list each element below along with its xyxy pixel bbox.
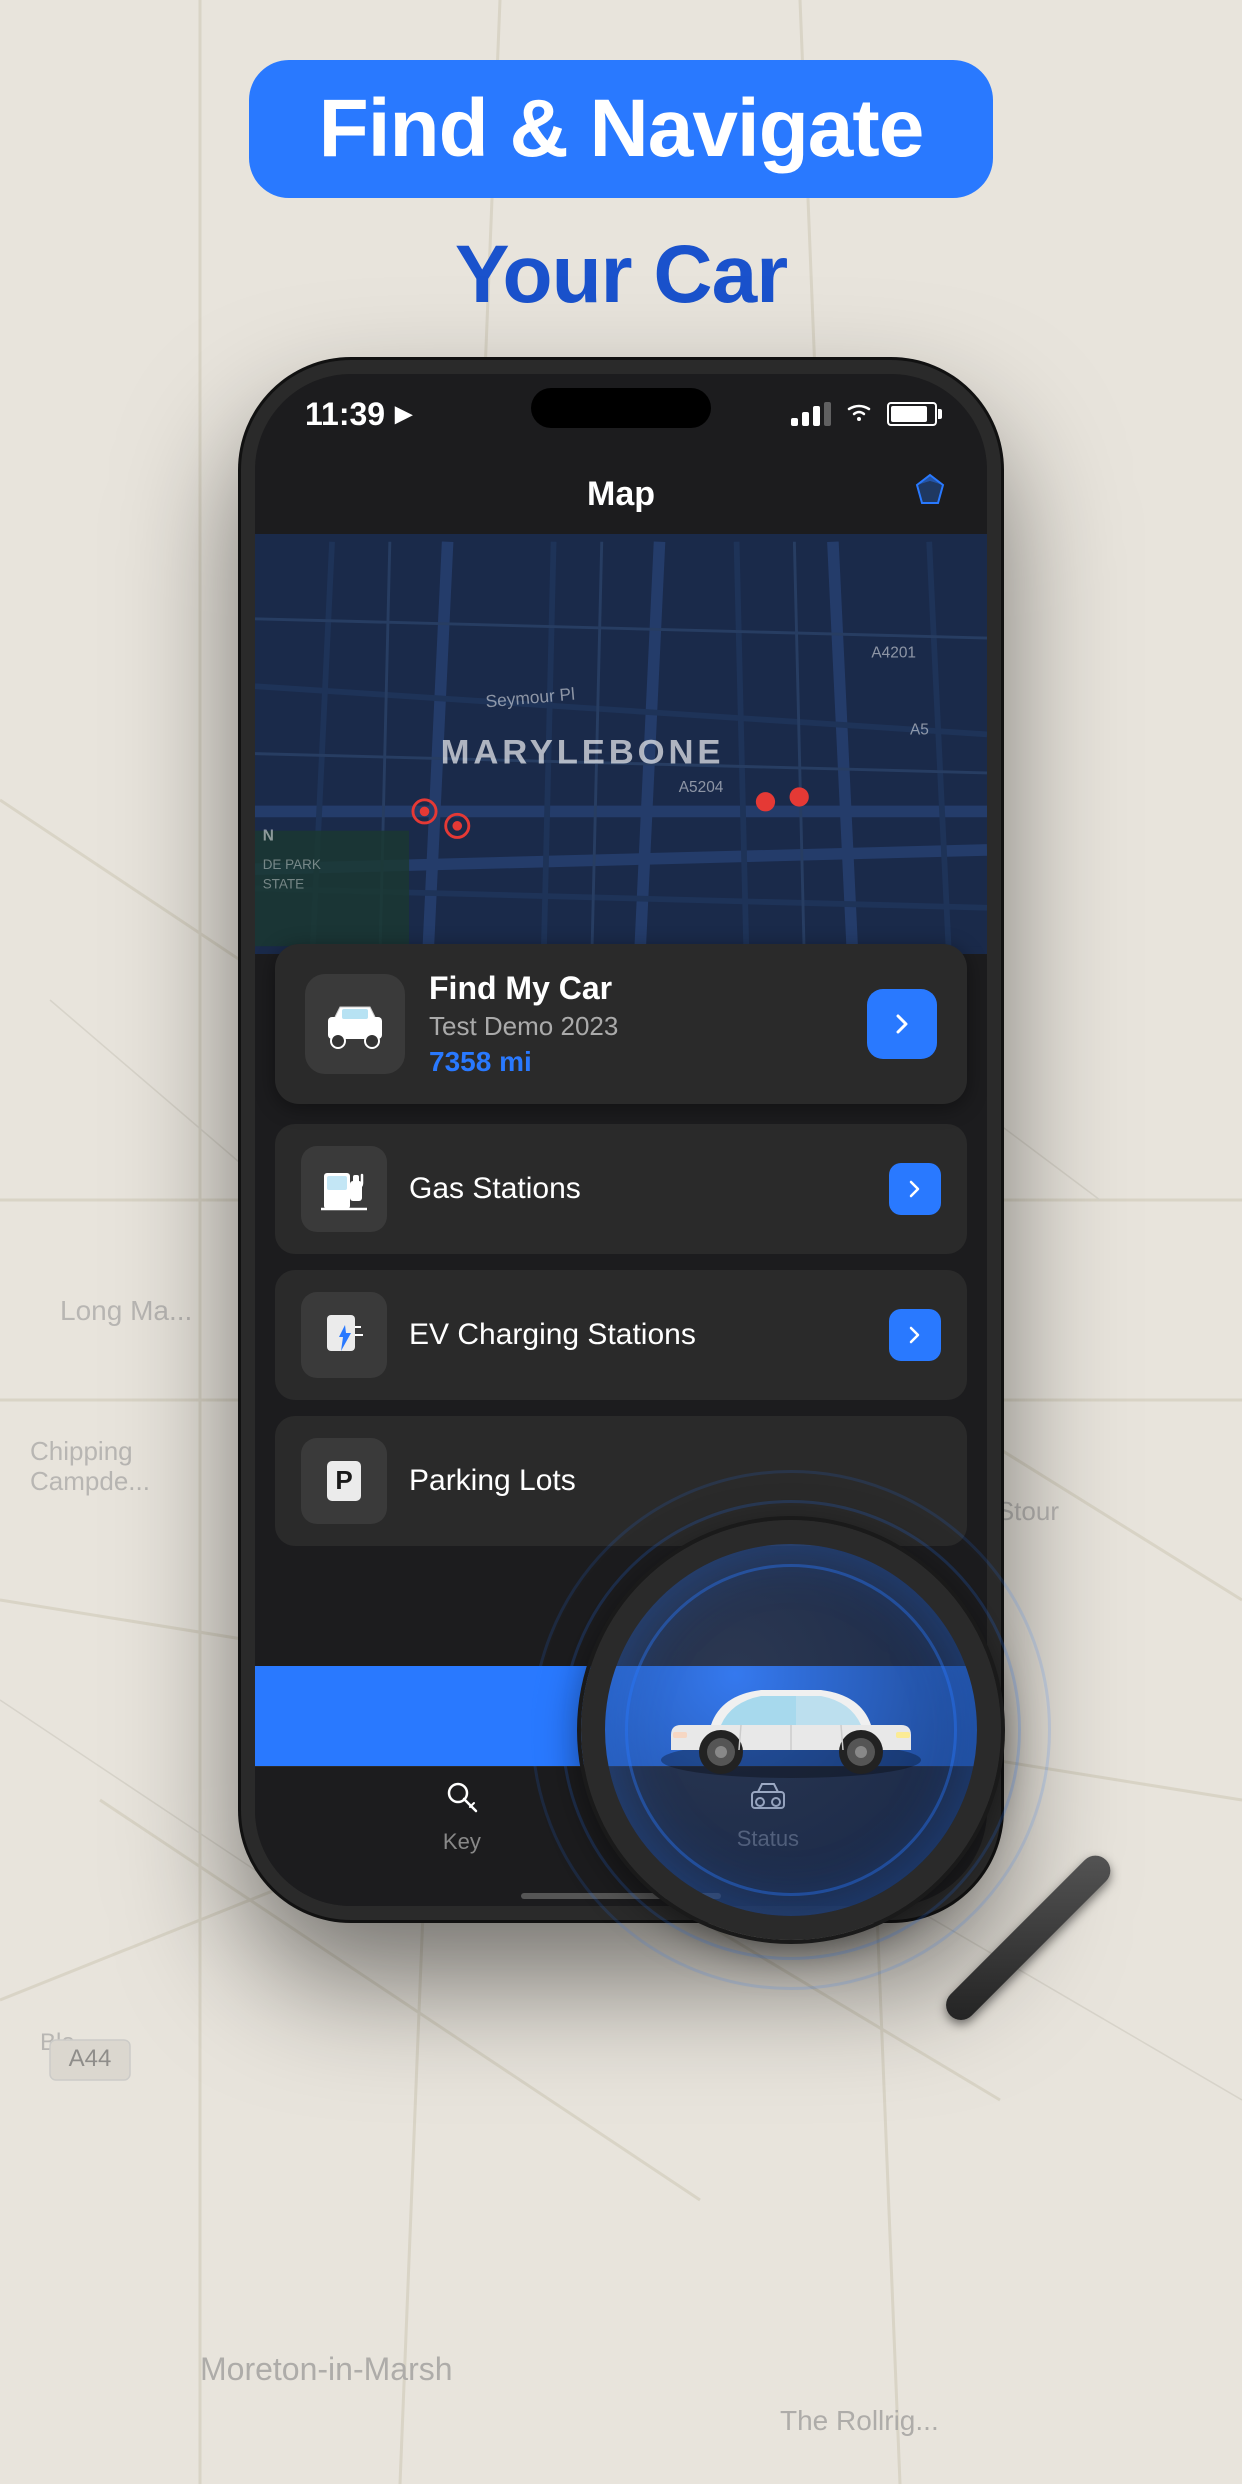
header-section: Find & Navigate Your Car xyxy=(0,60,1242,322)
headline-text-line2: Your Car xyxy=(455,228,787,322)
time-display: 11:39 xyxy=(305,396,385,433)
find-car-info: Find My Car Test Demo 2023 7358 mi xyxy=(429,970,843,1078)
magnifier xyxy=(581,1520,1161,2100)
ev-charging-icon-box xyxy=(301,1292,387,1378)
wifi-icon xyxy=(845,399,873,430)
ev-charging-arrow-button[interactable] xyxy=(889,1309,941,1361)
app-nav-title: Map xyxy=(587,475,655,514)
gas-station-icon-box xyxy=(301,1146,387,1232)
svg-text:Long Ma...: Long Ma... xyxy=(60,1295,192,1326)
svg-text:A5: A5 xyxy=(910,721,929,738)
app-nav-bar: Map xyxy=(255,454,987,534)
gas-stations-item[interactable]: Gas Stations xyxy=(275,1124,967,1254)
signal-bar-1 xyxy=(791,418,798,426)
gem-icon[interactable] xyxy=(913,473,947,516)
gas-stations-label: Gas Stations xyxy=(409,1172,867,1206)
svg-text:DE PARK: DE PARK xyxy=(263,857,321,872)
phone-mockup: 11:39 ▶ xyxy=(241,360,1001,1920)
magnifier-inner-ring xyxy=(625,1564,957,1896)
headline-text-line1: Find & Navigate xyxy=(319,88,924,170)
location-arrow-icon: ▶ xyxy=(395,401,412,427)
ev-charging-item[interactable]: EV Charging Stations xyxy=(275,1270,967,1400)
signal-bar-2 xyxy=(802,412,809,426)
dynamic-island xyxy=(531,388,711,428)
find-my-car-card[interactable]: Find My Car Test Demo 2023 7358 mi xyxy=(275,944,967,1104)
key-tab-label: Key xyxy=(443,1829,481,1855)
headline-badge: Find & Navigate xyxy=(249,60,994,198)
find-car-title: Find My Car xyxy=(429,970,843,1007)
find-car-arrow-button[interactable] xyxy=(867,989,937,1059)
svg-text:P: P xyxy=(335,1465,352,1495)
key-tab-icon xyxy=(444,1779,480,1823)
find-car-mileage: 7358 mi xyxy=(429,1046,843,1078)
svg-text:MARYLEBONE: MARYLEBONE xyxy=(441,733,725,771)
svg-text:Moreton-in-Marsh: Moreton-in-Marsh xyxy=(200,2351,453,2387)
signal-bar-3 xyxy=(813,406,820,426)
battery-fill xyxy=(891,406,927,422)
battery-icon xyxy=(887,402,937,426)
svg-text:STATE: STATE xyxy=(263,876,304,891)
svg-text:Campde...: Campde... xyxy=(30,1466,150,1496)
svg-text:The Rollrig...: The Rollrig... xyxy=(780,2405,939,2436)
car-icon-box xyxy=(305,974,405,1074)
signal-bar-4 xyxy=(824,402,831,426)
tab-key[interactable]: Key xyxy=(443,1779,481,1855)
svg-text:Chipping: Chipping xyxy=(30,1436,133,1466)
svg-text:A5204: A5204 xyxy=(679,779,724,796)
find-car-subtitle: Test Demo 2023 xyxy=(429,1011,843,1042)
magnifier-glass xyxy=(581,1520,1001,1940)
signal-bars-icon xyxy=(791,402,831,426)
status-time: 11:39 ▶ xyxy=(305,396,412,433)
ev-charging-label: EV Charging Stations xyxy=(409,1318,867,1352)
gas-stations-arrow-button[interactable] xyxy=(889,1163,941,1215)
svg-text:A4201: A4201 xyxy=(871,644,916,661)
status-right xyxy=(791,399,937,430)
map-area: Seymour Pl A5204 A5 A4201 MARYLEBONE N D… xyxy=(255,534,987,954)
parking-icon-box: P xyxy=(301,1438,387,1524)
svg-text:N: N xyxy=(263,827,274,844)
svg-text:A44: A44 xyxy=(69,2045,112,2072)
